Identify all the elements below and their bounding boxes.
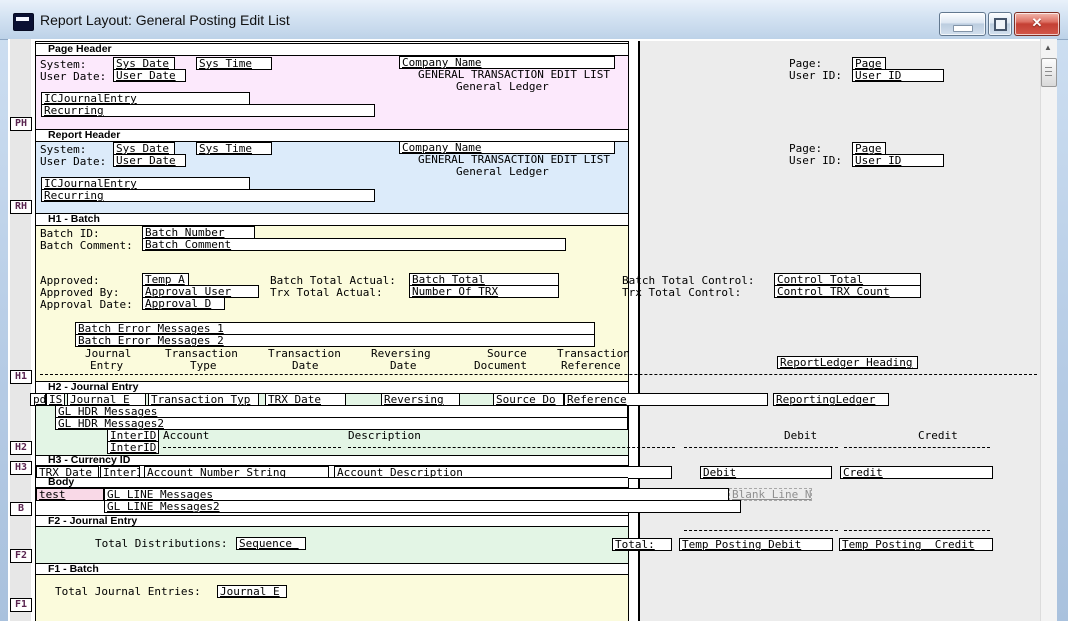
field-user-date[interactable]: User Date [113,154,186,167]
static-label-batch-comment: Batch Comment: [40,240,133,252]
section-area-f1-batch [36,575,628,621]
static-label-user-id: User ID: [789,155,842,167]
static-text-debit: Debit [784,430,817,442]
field-approval-d[interactable]: Approval D [142,297,225,310]
report-objects-layer: Page HeaderSystem:Sys DateSys TimeCompan… [0,0,1068,621]
static-label-trx-total-control: Trx Total Control: [622,287,741,299]
field-sequence[interactable]: Sequence [236,537,306,550]
field-temp-posting-debit[interactable]: Temp Posting Debit [679,538,833,551]
field-debit[interactable]: Debit [700,466,832,479]
static-label-trx-total-actual: Trx Total Actual: [270,287,383,299]
section-band-body: Body [36,477,628,488]
field-batch-error-messages-2[interactable]: Batch Error Messages 2 [75,334,595,347]
section-marker-ph[interactable]: PH [10,117,32,131]
section-marker-h1[interactable]: H1 [10,370,32,384]
field-pd[interactable]: pd [30,393,46,406]
field-sys-time[interactable]: Sys Time [196,142,272,155]
dashed-rule [844,530,990,531]
static-text-general-ledger: General Ledger [456,81,549,93]
dashed-rule [40,374,1037,375]
vertical-scrollbar[interactable] [1040,39,1057,621]
static-label-user-id: User ID: [789,70,842,82]
section-marker-b[interactable]: B [10,502,32,516]
static-label-approval-date: Approval Date: [40,299,133,311]
dashed-rule [684,447,838,448]
field-reportledger-heading[interactable]: ReportLedger Heading [777,356,918,369]
dashed-rule [844,447,990,448]
section-marker-h3[interactable]: H3 [10,461,32,475]
static-text-document: Document [474,360,527,372]
field-control-trx-count[interactable]: Control TRX Count [774,285,921,298]
field-journal-e[interactable]: Journal E [217,585,287,598]
section-band-h3-currency-id: H3 - Currency ID [36,455,628,466]
static-label-user-date: User Date: [40,156,106,168]
field-temp-posting-credit[interactable]: Temp Posting Credit [839,538,993,551]
static-text-date: Date [292,360,319,372]
field-recurring[interactable]: Recurring [41,104,375,117]
static-text-entry: Entry [90,360,123,372]
field-sys-time[interactable]: Sys Time [196,57,272,70]
dashed-rule [684,530,838,531]
dashed-rule [163,447,341,448]
dashed-rule [348,447,675,448]
field-batch-comment[interactable]: Batch Comment [142,238,566,251]
section-marker-f2[interactable]: F2 [10,549,32,563]
static-text-description: Description [348,430,421,442]
static-text-credit: Credit [918,430,958,442]
static-label-total-journal-entries: Total Journal Entries: [55,586,201,598]
static-text-general-ledger: General Ledger [456,166,549,178]
scrollbar-thumb[interactable] [1041,58,1057,87]
field-recurring[interactable]: Recurring [41,189,375,202]
static-text-reference: Reference [561,360,621,372]
report-writer-window: { "window": { "title": "Report Layout: G… [0,0,1068,621]
field-user-id[interactable]: User ID [852,154,944,167]
section-marker-rh[interactable]: RH [10,200,32,214]
field-reportingledger[interactable]: ReportingLedger [773,393,889,406]
field-gl-line-messages2[interactable]: GL LINE Messages2 [104,500,741,513]
field-total[interactable]: Total: [612,538,672,551]
section-marker-h2[interactable]: H2 [10,441,32,455]
field-test[interactable]: test [36,488,104,501]
scroll-up-icon[interactable]: ▲ [1040,41,1056,55]
section-marker-f1[interactable]: F1 [10,598,32,612]
section-band-f1-batch: F1 - Batch [36,563,628,575]
section-band-h1-batch: H1 - Batch [36,213,628,226]
field-credit[interactable]: Credit [840,466,993,479]
static-text-account: Account [163,430,209,442]
field-blank-line-n[interactable]: Blank Line N [729,488,812,501]
section-band-page-header: Page Header [36,43,628,56]
field-user-id[interactable]: User ID [852,69,944,82]
field-interid[interactable]: InterID [107,441,159,454]
field-number-of-trx[interactable]: Number Of TRX [409,285,559,298]
static-text-type: Type [190,360,217,372]
static-label-user-date: User Date: [40,71,106,83]
static-text-date: Date [390,360,417,372]
static-label-total-distributions: Total Distributions: [95,538,227,550]
field-user-date[interactable]: User Date [113,69,186,82]
section-band-f2-journal-entry: F2 - Journal Entry [36,515,628,527]
